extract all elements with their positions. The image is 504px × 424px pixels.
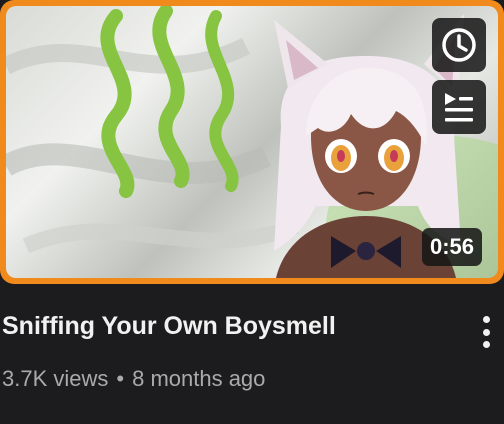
view-count: 3.7K views <box>2 366 109 391</box>
upload-age: 8 months ago <box>132 366 266 391</box>
add-to-queue-button[interactable] <box>432 80 486 134</box>
video-card[interactable]: 0:56 Sniffing Your Own Boysmell 3.7K vie… <box>0 0 504 424</box>
more-vertical-icon <box>482 316 490 323</box>
video-metadata: 3.7K views • 8 months ago <box>2 366 265 392</box>
watch-later-button[interactable] <box>432 18 486 72</box>
duration-badge: 0:56 <box>422 228 483 266</box>
clock-icon <box>442 28 476 62</box>
queue-icon <box>445 93 473 122</box>
meta-separator: • <box>116 366 125 391</box>
more-options-button[interactable] <box>470 312 502 352</box>
video-title[interactable]: Sniffing Your Own Boysmell <box>2 312 442 341</box>
video-thumbnail[interactable]: 0:56 <box>0 0 504 284</box>
